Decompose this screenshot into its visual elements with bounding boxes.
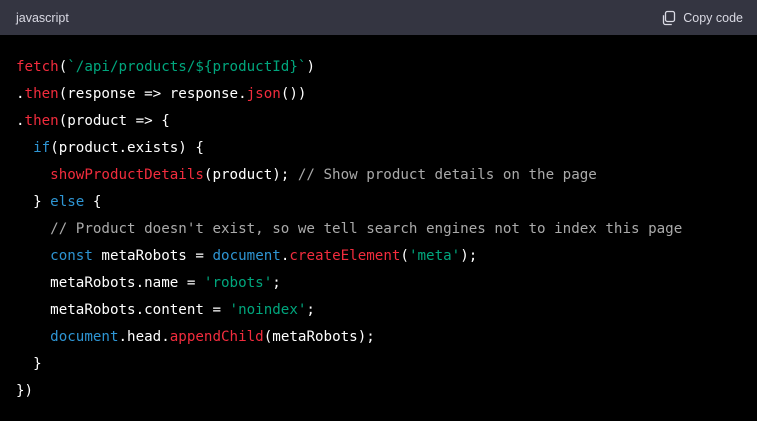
code-block-header: javascript Copy code [0, 0, 757, 35]
code-token-plain: ; [272, 275, 281, 291]
code-token-plain: { [84, 194, 102, 210]
code-token-call: fetch [16, 59, 59, 75]
code-token-plain: } [16, 356, 42, 372]
code-line: } [16, 351, 741, 378]
code-token-comment: // Product doesn't exist, so we tell sea… [50, 221, 683, 237]
code-line: } else { [16, 189, 741, 216]
code-line: const metaRobots = document.createElemen… [16, 243, 741, 270]
code-token-plain: }) [16, 383, 34, 399]
code-token-plain: ( [58, 59, 68, 75]
code-line: if(product.exists) { [16, 135, 741, 162]
code-block: javascript Copy code fetch(`/api/product… [0, 0, 757, 421]
code-line: .then(response => response.json()) [16, 81, 741, 108]
code-line: showProductDetails(product); // Show pro… [16, 162, 741, 189]
code-token-call: then [24, 113, 59, 129]
code-token-plain: ()) [280, 86, 307, 102]
code-token-keyword: document [50, 329, 119, 345]
code-line: }) [16, 378, 741, 405]
code-token-plain: ); [460, 248, 478, 264]
code-line: metaRobots.content = 'noindex'; [16, 297, 741, 324]
code-token-string: `/api/products/${productId}` [67, 59, 307, 75]
code-token-plain: (product); [203, 167, 298, 183]
code-token-call: createElement [289, 248, 401, 264]
code-token-plain: ( [400, 248, 409, 264]
code-line: fetch(`/api/products/${productId}`) [16, 54, 741, 81]
code-token-plain: .head. [118, 329, 170, 345]
clipboard-icon [661, 10, 677, 26]
code-token-plain: metaRobots = [92, 248, 213, 264]
code-token-call: then [24, 86, 59, 102]
code-token-plain: . [16, 113, 25, 129]
code-line: .then(product => { [16, 108, 741, 135]
copy-code-label: Copy code [683, 10, 743, 25]
code-token-string: 'noindex' [229, 302, 307, 318]
code-token-string: 'meta' [408, 248, 461, 264]
code-text: fetch(`/api/products/${productId}`) .then… [16, 54, 741, 405]
code-token-keyword: if [33, 140, 51, 156]
code-token-keyword: const [50, 248, 93, 264]
code-token-string: 'robots' [203, 275, 273, 291]
code-token-plain: (product.exists) { [50, 140, 204, 156]
code-token-plain: ) [306, 59, 315, 75]
code-token-plain: (metaRobots); [263, 329, 375, 345]
code-line: document.head.appendChild(metaRobots); [16, 324, 741, 351]
code-content: fetch(`/api/products/${productId}`) .then… [0, 35, 757, 421]
code-token-plain: (product => { [58, 113, 170, 129]
code-token-plain: metaRobots.content = [16, 302, 230, 318]
code-token-call: json [246, 86, 281, 102]
copy-code-button[interactable]: Copy code [661, 10, 743, 26]
code-token-keyword: document [212, 248, 281, 264]
code-token-plain: (response => response. [58, 86, 247, 102]
code-token-call: appendChild [169, 329, 264, 345]
code-token-plain: . [16, 86, 25, 102]
code-token-call: showProductDetails [50, 167, 204, 183]
code-token-keyword: else [50, 194, 85, 210]
code-token-comment: // Show product details on the page [297, 167, 597, 183]
code-token-plain: } [16, 194, 51, 210]
code-line: // Product doesn't exist, so we tell sea… [16, 216, 741, 243]
code-line: metaRobots.name = 'robots'; [16, 270, 741, 297]
language-label: javascript [16, 10, 69, 25]
code-token-plain: ; [306, 302, 315, 318]
code-token-plain: metaRobots.name = [16, 275, 204, 291]
